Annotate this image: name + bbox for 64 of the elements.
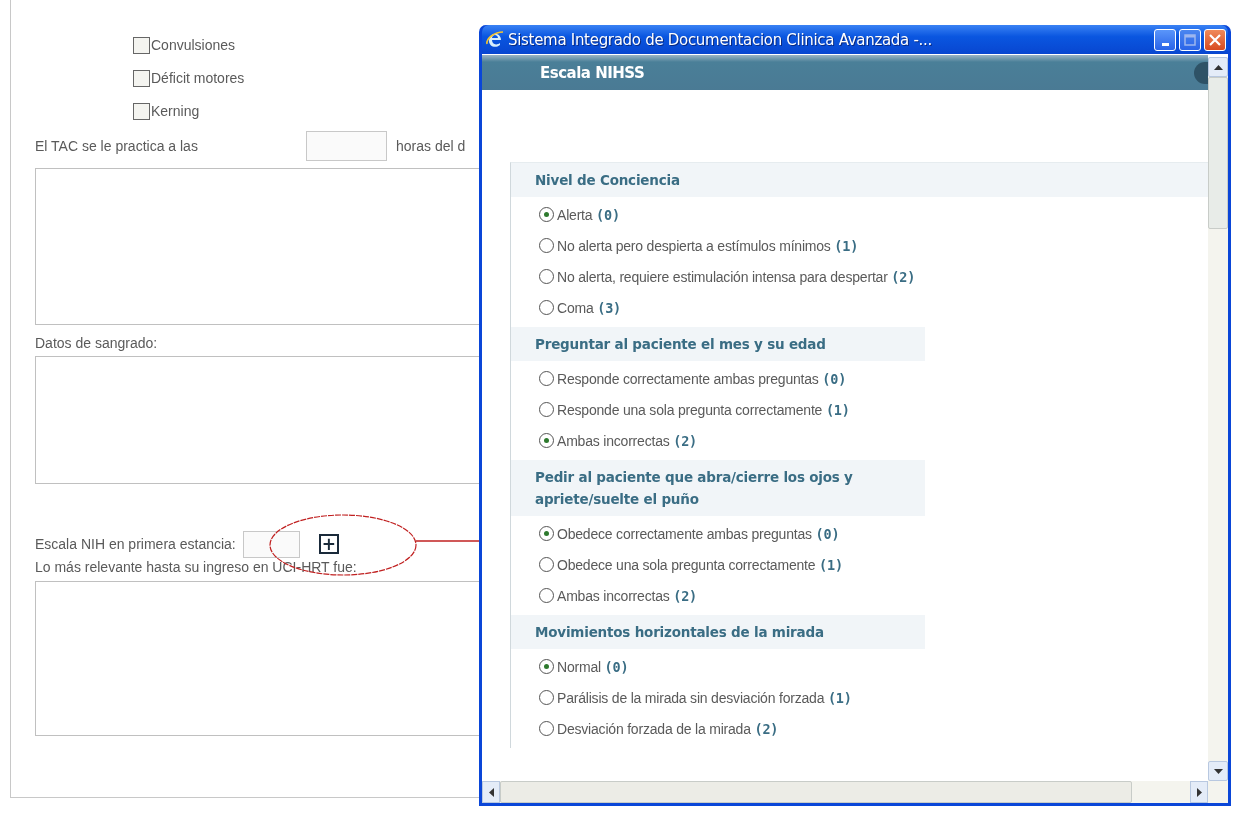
checkbox-label: Kerning bbox=[151, 103, 200, 119]
field-label: El TAC se le practica a las bbox=[35, 138, 199, 154]
up-arrow-icon bbox=[1213, 64, 1223, 70]
option-label: No alerta, requiere estimulación intensa para despertar (2) bbox=[557, 268, 916, 285]
option-label: No alerta pero despierta a estímulos mínimos (1) bbox=[557, 237, 859, 254]
option-label: Ambas incorrectas (2) bbox=[557, 587, 698, 604]
horizontal-scrollbar[interactable] bbox=[482, 781, 1228, 803]
option-label: Obedece una sola pregunta correctamente (1) bbox=[557, 556, 843, 573]
checkbox[interactable] bbox=[133, 69, 150, 87]
add-button[interactable]: + bbox=[318, 534, 339, 554]
vertical-scrollbar[interactable] bbox=[1208, 57, 1228, 781]
radio-button[interactable] bbox=[539, 371, 554, 386]
option-label: Responde una sola pregunta correctamente (1) bbox=[557, 401, 850, 418]
scroll-down-button[interactable] bbox=[1208, 761, 1228, 781]
radio-button[interactable] bbox=[539, 402, 554, 417]
radio-button[interactable] bbox=[539, 690, 554, 705]
down-arrow-icon bbox=[1213, 768, 1223, 774]
scroll-right-button[interactable] bbox=[1190, 781, 1208, 803]
right-arrow-icon bbox=[1196, 787, 1202, 797]
scale-title: Escala NIHSS bbox=[540, 63, 645, 82]
checkbox-label: Déficit motores bbox=[151, 70, 245, 86]
field-label: Datos de sangrado: bbox=[35, 335, 159, 351]
minimize-button[interactable] bbox=[1154, 28, 1176, 51]
radio-button[interactable] bbox=[539, 588, 554, 603]
checkbox-label: Convulsiones bbox=[151, 37, 236, 53]
scroll-thumb[interactable] bbox=[1208, 77, 1228, 229]
section-heading: Nivel de Conciencia bbox=[511, 163, 1208, 197]
radio-button[interactable] bbox=[539, 300, 554, 315]
radio-button[interactable] bbox=[539, 659, 554, 674]
close-icon bbox=[1209, 33, 1221, 46]
section-heading: Movimientos horizontales de la mirada bbox=[511, 615, 925, 649]
scroll-thumb[interactable] bbox=[500, 781, 1132, 803]
checkbox[interactable] bbox=[133, 36, 150, 54]
radio-button[interactable] bbox=[539, 557, 554, 572]
option-label: Responde correctamente ambas preguntas (0) bbox=[557, 370, 847, 387]
field-label: horas del d bbox=[396, 138, 466, 154]
score-input-field[interactable] bbox=[242, 530, 300, 558]
scroll-left-button[interactable] bbox=[482, 781, 500, 803]
option-label: Desviación forzada de la mirada (2) bbox=[557, 720, 779, 737]
option-label: Coma (3) bbox=[557, 299, 622, 316]
option-label: Alerta (0) bbox=[557, 206, 620, 223]
radio-button[interactable] bbox=[539, 269, 554, 284]
radio-button[interactable] bbox=[539, 238, 554, 253]
maximize-icon bbox=[1184, 33, 1196, 46]
maximize-button[interactable] bbox=[1179, 28, 1201, 51]
section-heading: Pedir al paciente que abra/cierre los ojos y apriete/suelte el puño bbox=[511, 460, 925, 516]
option-label: Ambas incorrectas (2) bbox=[557, 432, 698, 449]
section-heading: Preguntar al paciente el mes y su edad bbox=[511, 327, 925, 361]
browser-logo-icon bbox=[485, 29, 505, 50]
option-label: Parálisis de la mirada sin desviación forzada (1) bbox=[557, 689, 852, 706]
field-label: Escala NIH en primera estancia: bbox=[35, 536, 236, 552]
scroll-up-button[interactable] bbox=[1208, 57, 1228, 77]
window-title: Sistema Integrado de Documentacion Clinica Avanzada -... bbox=[508, 30, 932, 49]
option-label: Obedece correctamente ambas preguntas (0) bbox=[557, 525, 840, 542]
left-arrow-icon bbox=[488, 787, 494, 797]
close-button[interactable] bbox=[1204, 28, 1226, 51]
minimize-icon bbox=[1161, 42, 1169, 46]
radio-button[interactable] bbox=[539, 207, 554, 222]
radio-button[interactable] bbox=[539, 526, 554, 541]
hour-input-field[interactable] bbox=[306, 131, 387, 161]
radio-button[interactable] bbox=[539, 721, 554, 736]
checkbox[interactable] bbox=[133, 102, 150, 120]
option-label: Normal (0) bbox=[557, 658, 629, 675]
radio-button[interactable] bbox=[539, 433, 554, 448]
